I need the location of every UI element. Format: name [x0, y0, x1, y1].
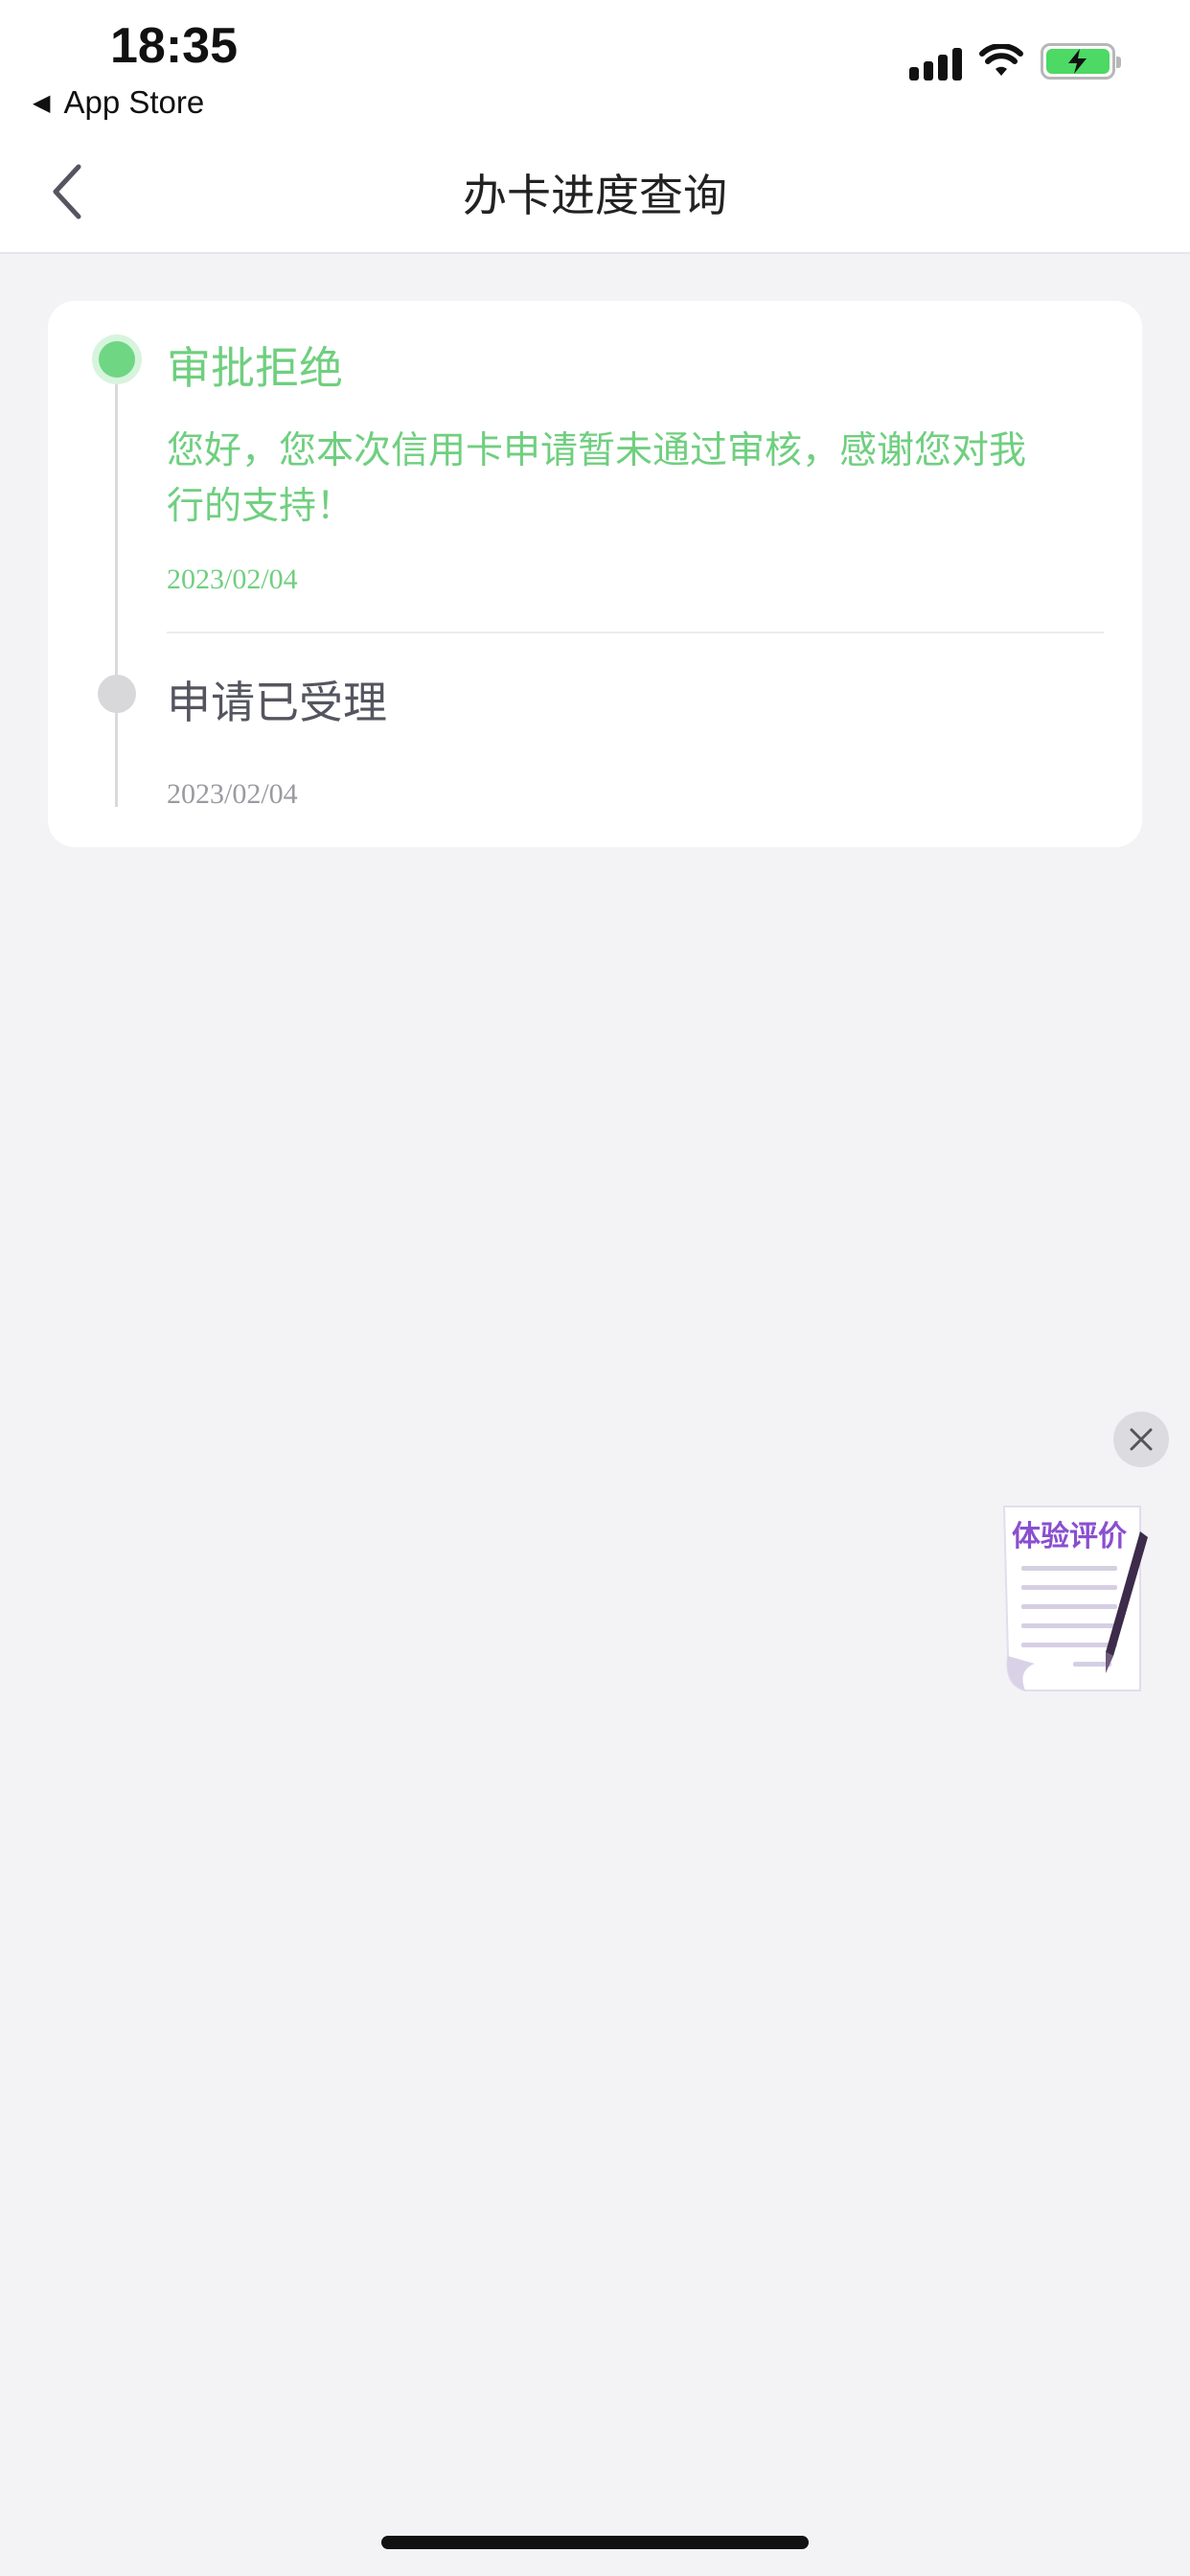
page-title: 办卡进度查询 — [463, 170, 727, 221]
wifi-icon — [979, 44, 1023, 76]
step-title-rejected: 审批拒绝 — [167, 342, 343, 394]
battery-icon — [1041, 43, 1121, 80]
close-feedback-button[interactable] — [1113, 1412, 1169, 1467]
step-date-rejected: 2023/02/04 — [167, 564, 298, 595]
header: 18:35 ◀ App Store 办卡进度查询 — [0, 0, 1190, 254]
status-time: 18:35 — [110, 18, 238, 74]
back-triangle-icon: ◀ — [33, 89, 51, 116]
app-screen: 18:35 ◀ App Store 办卡进度查询 审批拒绝 您好，您本次信用卡申… — [0, 0, 1190, 2576]
timeline-dot-active — [92, 334, 142, 384]
close-icon — [1130, 1428, 1153, 1451]
status-icons — [909, 42, 1121, 80]
divider — [167, 632, 1104, 633]
home-indicator[interactable] — [381, 2536, 809, 2549]
feedback-widget[interactable]: 体验评价 — [996, 1503, 1155, 1694]
cellular-signal-icon — [909, 42, 962, 80]
step-title-accepted: 申请已受理 — [167, 677, 387, 728]
timeline-line — [115, 361, 118, 807]
back-to-app-store-link[interactable]: ◀ App Store — [33, 84, 204, 121]
back-app-label: App Store — [63, 84, 205, 120]
step-description: 您好，您本次信用卡申请暂未通过审核，感谢您对我行的支持！ — [167, 429, 1027, 528]
timeline-dot-done — [98, 675, 136, 713]
feedback-label: 体验评价 — [1012, 1520, 1127, 1553]
charging-bolt-icon — [1068, 49, 1087, 74]
step-date-accepted: 2023/02/04 — [167, 778, 298, 810]
